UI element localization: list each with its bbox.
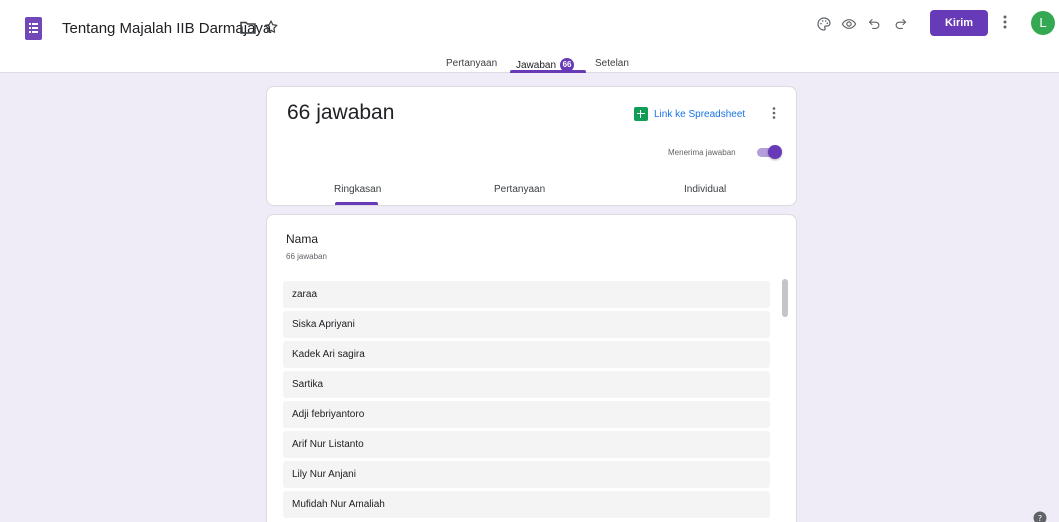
active-subtab-indicator [335, 202, 378, 205]
question-title: Nama [286, 232, 319, 246]
responses-count-title: 66 jawaban [287, 101, 395, 124]
toggle-thumb [768, 145, 782, 159]
palette-icon[interactable] [816, 16, 832, 32]
question-responses-card: Nama 66 jawaban zaraa Siska Apriyani Kad… [266, 214, 797, 522]
redo-icon[interactable] [893, 16, 908, 32]
spreadsheet-link[interactable]: Link ke Spreadsheet [634, 107, 745, 121]
subtab-summary[interactable]: Ringkasan [334, 184, 381, 195]
list-item: Siska Apriyani [283, 311, 770, 338]
list-item: Mufidah Nur Amaliah [283, 491, 770, 518]
spreadsheet-icon [634, 107, 648, 121]
spreadsheet-link-label: Link ke Spreadsheet [654, 108, 746, 120]
list-item: Adji febriyantoro [283, 401, 770, 428]
answers-list[interactable]: zaraa Siska Apriyani Kadek Ari sagira Sa… [283, 281, 770, 521]
preview-eye-icon[interactable] [841, 16, 857, 32]
top-bar: Tentang Majalah IIB Darmajaya Kirim L Pe… [0, 0, 1059, 73]
responses-summary-card: 66 jawaban Link ke Spreadsheet Menerima … [266, 86, 797, 206]
subtab-question[interactable]: Pertanyaan [494, 184, 545, 195]
accepting-responses-label: Menerima jawaban [668, 148, 736, 157]
answers-scrollbar[interactable] [782, 279, 788, 317]
subtab-individual[interactable]: Individual [684, 184, 726, 195]
svg-text:?: ? [1038, 514, 1042, 522]
accepting-responses-toggle[interactable] [757, 145, 782, 159]
list-item: Lily Nur Anjani [283, 461, 770, 488]
question-response-count: 66 jawaban [286, 252, 327, 261]
help-icon[interactable]: ? [1033, 511, 1047, 522]
list-item: Sartika [283, 371, 770, 398]
star-icon[interactable] [263, 19, 279, 35]
tab-settings[interactable]: Setelan [595, 58, 629, 69]
list-item: Arif Nur Listanto [283, 431, 770, 458]
more-vert-icon[interactable] [771, 106, 777, 120]
send-button[interactable]: Kirim [930, 10, 988, 36]
list-item: zaraa [283, 281, 770, 308]
avatar[interactable]: L [1031, 11, 1055, 35]
list-item: Kadek Ari sagira [283, 341, 770, 368]
forms-app-icon[interactable] [25, 17, 42, 40]
active-tab-indicator [510, 70, 586, 73]
more-vert-icon[interactable] [1002, 14, 1008, 30]
folder-icon[interactable] [240, 21, 256, 34]
undo-icon[interactable] [867, 16, 882, 32]
tab-questions[interactable]: Pertanyaan [446, 58, 497, 69]
